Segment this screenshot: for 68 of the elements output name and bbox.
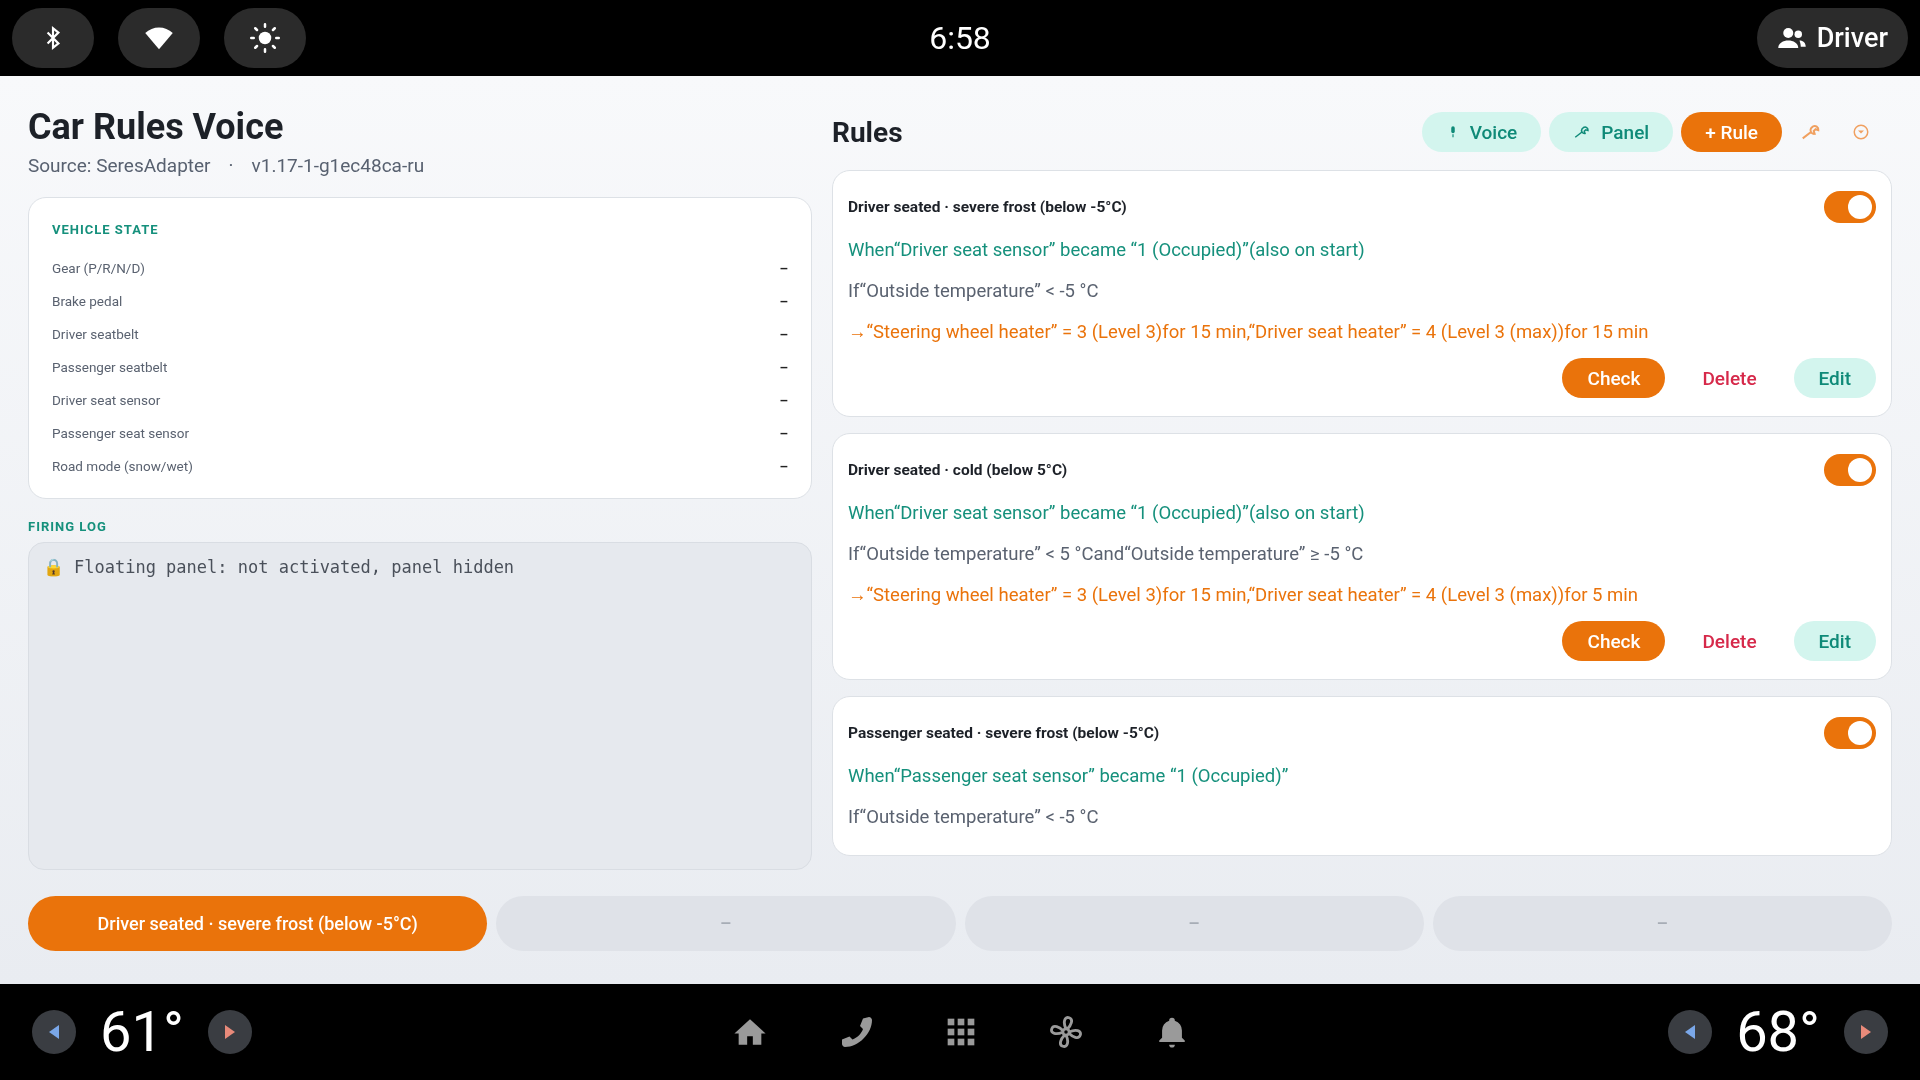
apps-grid-icon[interactable] bbox=[945, 1016, 977, 1048]
state-value: – bbox=[779, 391, 788, 408]
state-value: – bbox=[779, 457, 788, 474]
state-value: – bbox=[779, 325, 788, 342]
source-label: Source: SeresAdapter bbox=[28, 154, 211, 177]
phone-icon[interactable] bbox=[839, 1014, 875, 1050]
right-triangle-icon bbox=[224, 1025, 235, 1039]
temp-down-button[interactable] bbox=[32, 1010, 76, 1054]
right-triangle-icon bbox=[1861, 1025, 1871, 1039]
separator-dot: · bbox=[227, 154, 235, 177]
delete-button[interactable]: Delete bbox=[1677, 358, 1782, 398]
rule-condition: If“Outside temperature” < 5 °Cand“Outside temperature” ≥ -5 °C bbox=[848, 541, 1365, 567]
temperature-value: 61° bbox=[100, 999, 184, 1065]
temp-up-button[interactable] bbox=[207, 1010, 252, 1054]
state-label: Driver seatbelt bbox=[52, 325, 139, 342]
bluetooth-button[interactable] bbox=[12, 8, 94, 68]
rule-title: Driver seated · cold (below 5°C) bbox=[848, 461, 1068, 479]
state-label: Brake pedal bbox=[52, 292, 123, 309]
rule-action: →“Steering wheel heater” = 3 (Level 3)for 15 min,“Driver seat heater” = 4 (Level 3 (max))for 5 min bbox=[848, 582, 1639, 608]
rule-condition: If“Outside temperature” < -5 °C bbox=[848, 804, 1100, 830]
lock-icon: 🔒 bbox=[43, 555, 64, 579]
state-value: – bbox=[779, 259, 788, 276]
rule-trigger: When“Driver seat sensor” became “1 (Occupied)”(also on start) bbox=[848, 237, 1366, 263]
state-value: – bbox=[779, 292, 788, 309]
temp-down-button[interactable] bbox=[1668, 1010, 1713, 1054]
wifi-button[interactable] bbox=[118, 8, 200, 68]
temp-up-button[interactable] bbox=[1844, 1010, 1888, 1054]
rule-title: Driver seated · severe frost (below -5°C) bbox=[848, 198, 1127, 216]
check-button[interactable]: Check bbox=[1562, 621, 1666, 661]
delete-button[interactable]: Delete bbox=[1677, 621, 1782, 661]
voice-button[interactable]: Voice bbox=[1421, 112, 1542, 152]
toggle-switch[interactable] bbox=[1824, 717, 1876, 749]
brightness-button[interactable] bbox=[224, 8, 306, 68]
app-title: Car Rules Voice bbox=[28, 106, 285, 148]
left-triangle-icon bbox=[49, 1025, 59, 1039]
rule-trigger: When“Passenger seat sensor” became “1 (Occupied)” bbox=[848, 763, 1290, 789]
rules-title: Rules bbox=[832, 115, 903, 149]
state-value: – bbox=[779, 358, 788, 375]
section-heading: VEHICLE STATE bbox=[52, 222, 160, 237]
state-label: Gear (P/R/N/D) bbox=[52, 259, 145, 276]
edit-button[interactable]: Edit bbox=[1793, 358, 1876, 398]
panel-button[interactable]: Panel bbox=[1549, 112, 1674, 152]
state-label: Road mode (snow/wet) bbox=[52, 457, 193, 474]
quick-rule-button[interactable]: Driver seated · severe frost (below -5°C) bbox=[28, 896, 488, 951]
add-button[interactable]: + Rule bbox=[1681, 112, 1782, 152]
edit-button[interactable]: Edit bbox=[1793, 621, 1876, 661]
toggle-switch[interactable] bbox=[1824, 191, 1876, 223]
state-label: Driver seat sensor bbox=[52, 391, 161, 408]
brightness-icon bbox=[250, 23, 280, 53]
version-label: v1.17-1-g1ec48ca-ru bbox=[251, 154, 425, 177]
state-value: – bbox=[779, 424, 788, 441]
check-button[interactable]: Check bbox=[1562, 358, 1666, 398]
rule-title: Passenger seated · severe frost (below -5°C) bbox=[848, 724, 1160, 742]
profile-button[interactable]: Driver bbox=[1756, 8, 1908, 68]
chevron-circle-icon bbox=[1852, 123, 1870, 141]
state-label: Passenger seat sensor bbox=[52, 424, 190, 441]
rule-action: →“Steering wheel heater” = 3 (Level 3)for 15 min,“Driver seat heater” = 4 (Level 3 (max))for 15 min bbox=[848, 319, 1650, 345]
clock-time: 6:58 bbox=[929, 19, 991, 57]
rule-condition: If“Outside temperature” < -5 °C bbox=[848, 278, 1100, 304]
temperature-value: 68° bbox=[1736, 999, 1820, 1065]
log-entry: Floating panel: not activated, panel hidden bbox=[74, 556, 515, 579]
section-heading: FIRING LOG bbox=[28, 519, 108, 534]
rule-trigger: When“Driver seat sensor” became “1 (Occupied)”(also on start) bbox=[848, 500, 1366, 526]
toggle-switch[interactable] bbox=[1824, 454, 1876, 486]
wrench-icon bbox=[1573, 123, 1592, 141]
left-triangle-icon bbox=[1685, 1025, 1696, 1039]
state-label: Passenger seatbelt bbox=[52, 358, 168, 375]
fan-icon[interactable] bbox=[1047, 1013, 1085, 1051]
